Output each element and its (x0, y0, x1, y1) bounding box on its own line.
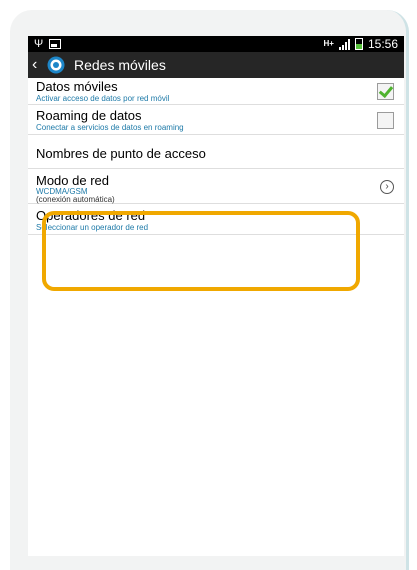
mobile-data-checkbox[interactable] (377, 83, 394, 100)
setting-subtitle: Conectar a servicios de datos en roaming (36, 123, 184, 132)
setting-row-roaming[interactable]: Roaming de datos Conectar a servicios de… (28, 105, 404, 135)
status-bar: Ψ H+ 15:56 (28, 36, 404, 52)
android-screen: Ψ H+ 15:56 ‹ Redes móviles Datos móviles… (28, 36, 404, 556)
battery-icon (354, 38, 363, 50)
setting-subtitle-secondary: (conexión automática) (36, 195, 115, 204)
clock: 15:56 (367, 37, 398, 51)
page-title: Redes móviles (74, 57, 166, 73)
setting-row-mobile-data[interactable]: Datos móviles Activar acceso de datos po… (28, 78, 404, 105)
gear-icon (47, 56, 65, 74)
setting-title: Modo de red (36, 173, 109, 188)
signal-bars-icon (338, 38, 350, 50)
setting-row-apn[interactable]: Nombres de punto de acceso (28, 135, 404, 169)
highlight-annotation (42, 211, 360, 291)
roaming-checkbox[interactable] (377, 112, 394, 129)
screenshot-notification-icon (49, 39, 62, 49)
setting-title: Roaming de datos (36, 108, 142, 123)
setting-title: Nombres de punto de acceso (36, 146, 206, 161)
setting-title: Datos móviles (36, 79, 118, 94)
action-bar[interactable]: ‹ Redes móviles (28, 52, 404, 78)
setting-row-network-mode[interactable]: Modo de red WCDMA/GSM (conexión automáti… (28, 169, 404, 204)
back-chevron-icon[interactable]: ‹ (32, 52, 44, 78)
usb-icon: Ψ (34, 38, 44, 50)
network-type-label: H+ (323, 39, 334, 48)
setting-subtitle: Activar acceso de datos por red móvil (36, 94, 170, 103)
chevron-right-icon[interactable]: › (380, 180, 394, 194)
